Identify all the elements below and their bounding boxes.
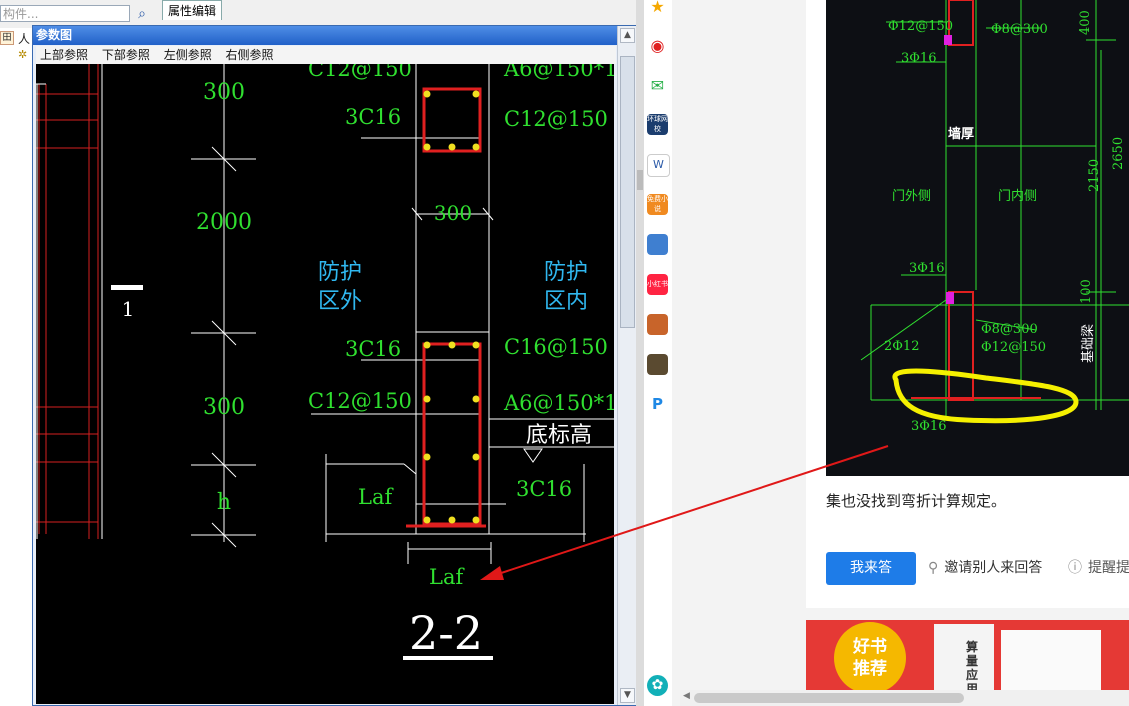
laf-label: Laf xyxy=(429,565,465,589)
game2-icon[interactable] xyxy=(647,314,668,335)
cad-label: 2Φ12 xyxy=(884,339,919,354)
section-title: 2-2 xyxy=(409,606,483,660)
cad-label: 400 xyxy=(1078,10,1093,35)
yellow-highlight-mark xyxy=(892,368,1079,424)
dialog-title: 参数图 xyxy=(33,26,623,45)
bottom-elevation-label: 底标高 xyxy=(526,423,592,448)
laf-label: Laf xyxy=(358,485,394,509)
rebar-label: C16@150 xyxy=(504,335,608,359)
book-recommend-badge: 好书 推荐 xyxy=(834,622,906,694)
tab-property-edit[interactable]: 属性编辑 xyxy=(162,0,222,20)
dim-label: 300 xyxy=(203,80,245,105)
cad-label: 门外侧 xyxy=(892,189,931,204)
remind-label: 提醒提 xyxy=(1088,560,1129,576)
rebar-label: 3C16 xyxy=(516,477,572,501)
splitter-handle[interactable] xyxy=(637,170,643,190)
cad-label: 100 xyxy=(1079,279,1094,304)
rebar-label: 3C16 xyxy=(345,337,401,361)
cad-label: 门内侧 xyxy=(998,188,1037,204)
cad-label: Φ8@300 xyxy=(981,322,1038,337)
cad-label: 3Φ16 xyxy=(911,419,946,434)
cad-label: 3Φ16 xyxy=(901,51,936,66)
section-marker-label: 1 xyxy=(122,297,135,321)
zone-inside-label: 防护 xyxy=(544,260,588,285)
star-icon[interactable]: ★ xyxy=(647,0,668,21)
weibo-icon[interactable]: ◉ xyxy=(647,35,668,56)
dim-label: 300 xyxy=(203,395,245,420)
rebar-label: A6@150*1 xyxy=(503,64,614,81)
component-tree: 田 人 ✲ xyxy=(0,28,32,706)
rebar-label: C12@150 xyxy=(504,107,608,131)
xiaohongshu-icon[interactable]: 小红书 xyxy=(647,274,668,295)
invite-label: 邀请别人来回答 xyxy=(944,560,1043,576)
dim-label: h xyxy=(217,490,231,515)
zone-outside-label: 区外 xyxy=(318,289,362,314)
folder-icon[interactable]: 田 xyxy=(0,31,14,45)
game-icon[interactable] xyxy=(647,234,668,255)
rebar-label: 3C16 xyxy=(345,105,401,129)
book-stack xyxy=(1001,630,1101,690)
rebar-label: C12@150 xyxy=(308,64,412,81)
cad-label: 基础梁 xyxy=(1081,324,1096,363)
cad-label: 3Φ16 xyxy=(909,261,944,276)
app-dock: ★ ◉ ✉ 环球网校 W 免费小说 小红书 P ✿ xyxy=(644,0,673,706)
component-search-input[interactable]: 构件... xyxy=(0,5,130,22)
dim-label: 2000 xyxy=(196,210,252,235)
gear-icon: ✲ xyxy=(18,48,28,61)
cad-label: Φ8@300 xyxy=(991,22,1048,37)
mail-icon[interactable]: ✉ xyxy=(647,75,668,96)
info-icon: ⓘ xyxy=(1068,560,1082,576)
menu-left-reference[interactable]: 左侧参照 xyxy=(164,46,212,64)
cad-label: 墙厚 xyxy=(948,126,974,142)
parameter-dialog: 参数图 上部参照 下部参照 左侧参照 右侧参照 1 300 2000 300 h… xyxy=(32,25,636,706)
panel-splitter[interactable] xyxy=(636,0,644,706)
huanqiu-icon[interactable]: 环球网校 xyxy=(647,114,668,135)
cad-label: Φ12@150 xyxy=(981,340,1046,355)
scroll-left-icon[interactable]: ◀ xyxy=(683,691,690,701)
game3-icon[interactable] xyxy=(647,354,668,375)
horizontal-scroll-thumb[interactable] xyxy=(694,693,964,703)
menu-bottom-reference[interactable]: 下部参照 xyxy=(102,46,150,64)
cad-label: 2150 xyxy=(1087,159,1102,192)
zone-inside-label: 区内 xyxy=(544,289,588,314)
wall-dim-label: 300 xyxy=(434,201,472,225)
answer-text: 集也没找到弯折计算规定。 xyxy=(826,492,1007,510)
word-icon[interactable]: W xyxy=(647,154,670,177)
scroll-down-icon[interactable]: ▼ xyxy=(620,688,635,703)
answer-cad-image[interactable]: Φ12@150 Φ8@300 3Φ16 400 墙厚 门外侧 门内侧 2150 … xyxy=(826,0,1129,476)
invite-answer-link[interactable]: ⚲ 邀请别人来回答 xyxy=(928,552,1042,585)
pdf-icon[interactable]: P xyxy=(647,394,668,415)
novel-icon[interactable]: 免费小说 xyxy=(647,194,668,215)
menu-top-reference[interactable]: 上部参照 xyxy=(40,46,88,64)
rebar-label: A6@150*1 xyxy=(503,391,614,415)
scroll-up-icon[interactable]: ▲ xyxy=(620,28,635,43)
menu-right-reference[interactable]: 右侧参照 xyxy=(226,46,274,64)
zone-outside-label: 防护 xyxy=(318,260,362,285)
answer-button[interactable]: 我来答 xyxy=(826,552,916,585)
section-marker-bar xyxy=(111,285,143,290)
tree-item-label[interactable]: 人 xyxy=(18,30,30,47)
dialog-vertical-scrollbar[interactable]: ▲ ▼ xyxy=(617,26,636,705)
person-icon: ⚲ xyxy=(928,560,939,576)
cad-label: Φ12@150 xyxy=(888,19,953,34)
book-cover xyxy=(934,624,994,690)
cad-label: 2650 xyxy=(1111,137,1126,170)
dialog-menu-bar: 上部参照 下部参照 左侧参照 右侧参照 xyxy=(36,46,616,64)
book-title: 算量应用 xyxy=(966,640,979,690)
scroll-thumb[interactable] xyxy=(620,56,635,328)
assistant-icon[interactable]: ✿ xyxy=(647,675,668,696)
remind-link[interactable]: ⓘ 提醒提 xyxy=(1068,552,1129,585)
magnifier-icon[interactable]: ⌕ xyxy=(132,5,152,23)
rebar-label: C12@150 xyxy=(308,389,412,413)
rebar-section-drawing: 1 300 2000 300 h 防护 区外 防护 区内 300 C12@150… xyxy=(36,64,614,660)
parameter-drawing-canvas: 1 300 2000 300 h 防护 区外 防护 区内 300 C12@150… xyxy=(36,64,614,704)
